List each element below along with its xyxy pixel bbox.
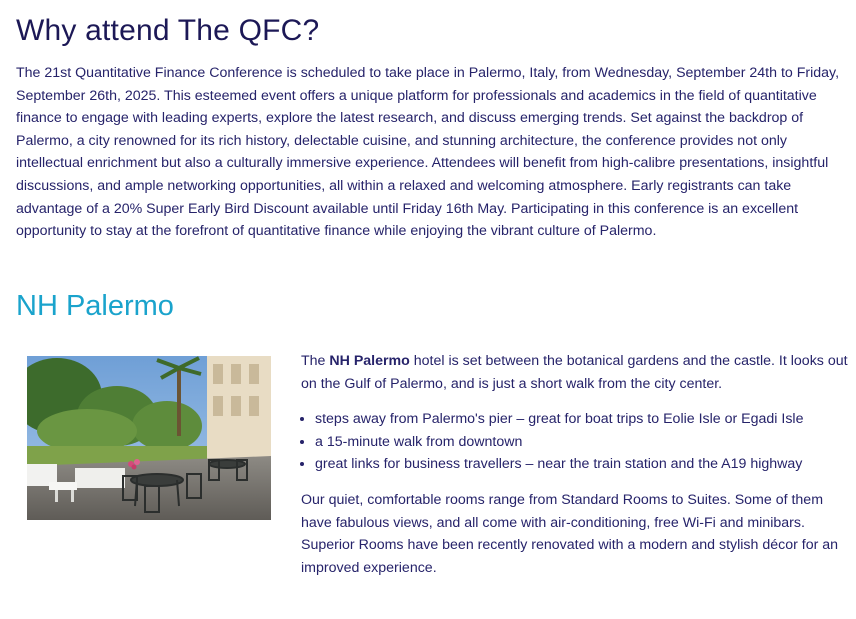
intro-paragraph: The 21st Quantitative Finance Conference… — [16, 65, 840, 240]
page-title: Why attend The QFC? — [16, 14, 320, 47]
hotel-heading: NH Palermo — [16, 290, 174, 322]
list-item: steps away from Palermo's pier – great f… — [315, 408, 849, 431]
hotel-terrace-photo — [27, 356, 271, 520]
hotel-name: NH Palermo — [329, 353, 410, 369]
hotel-description: The NH Palermo hotel is set between the … — [301, 350, 849, 579]
page: Why attend The QFC? The 21st Quantitativ… — [0, 0, 856, 619]
rooms-paragraph: Our quiet, comfortable rooms range from … — [301, 491, 839, 576]
hotel-intro-prefix: The — [301, 353, 330, 369]
list-item: great links for business travellers – ne… — [315, 453, 849, 476]
hotel-intro: The NH Palermo hotel is set between the … — [301, 350, 849, 395]
hotel-features-list: steps away from Palermo's pier – great f… — [301, 408, 849, 476]
list-item: a 15-minute walk from downtown — [315, 431, 849, 454]
